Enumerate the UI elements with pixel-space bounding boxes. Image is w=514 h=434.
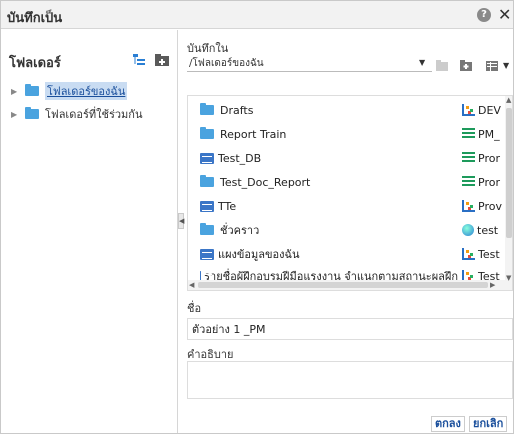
view-options-icon[interactable] — [485, 57, 499, 73]
list-item-label: ชั่วคราว — [220, 224, 260, 237]
pane-collapse-handle[interactable]: ◀ — [178, 213, 184, 229]
scrollbar-thumb[interactable] — [506, 108, 512, 238]
list-item[interactable]: Test_DB — [200, 148, 261, 168]
folder-icon — [25, 107, 39, 119]
list-item-label: test — [477, 223, 499, 237]
name-field[interactable] — [187, 318, 513, 340]
tree-view-icon[interactable] — [133, 54, 145, 66]
scroll-up-icon[interactable]: ▲ — [506, 96, 511, 104]
table-icon — [200, 152, 214, 164]
expand-arrow-icon[interactable]: ▶ — [11, 87, 25, 96]
tree-item-label: โฟลเดอร์ที่ใช้ร่วมกัน — [45, 108, 143, 121]
list-item-label: แผงข้อมูลของฉัน — [218, 248, 300, 261]
new-folder-icon[interactable] — [459, 57, 473, 73]
tree-item-shared-folders[interactable]: ▶ โฟลเดอร์ที่ใช้ร่วมกัน — [11, 105, 142, 123]
name-label: ชื่อ — [187, 302, 202, 315]
scroll-down-icon[interactable]: ▼ — [506, 274, 511, 282]
scrollbar-thumb[interactable] — [198, 282, 488, 288]
list-item-label: TTe — [218, 199, 237, 213]
list-item-label: Drafts — [220, 103, 254, 117]
list-item-label: DEV — [478, 103, 501, 117]
vertical-scrollbar[interactable]: ▲ ▼ — [505, 96, 512, 290]
list-item-label: Test — [478, 247, 500, 261]
help-icon[interactable]: ? — [477, 8, 491, 22]
globe-icon — [462, 224, 474, 236]
list-item-label: Pror — [478, 151, 500, 165]
table-icon — [200, 200, 214, 212]
list-item[interactable]: Report Train — [200, 124, 286, 144]
list-item-label: Report Train — [220, 127, 287, 141]
folder-icon — [200, 223, 214, 235]
up-folder-icon[interactable] — [435, 57, 449, 73]
list-item-label: Test_Doc_Report — [220, 175, 311, 189]
list-item[interactable]: Drafts — [200, 100, 253, 120]
folder-icon — [200, 127, 214, 139]
list-item[interactable]: Test — [462, 244, 500, 264]
tree-item-my-folders[interactable]: ▶ โฟลเดอร์ของฉัน — [11, 82, 128, 100]
list-item[interactable]: Pror — [462, 172, 500, 192]
title-bar: บันทึกเป็น ? ✕ — [1, 1, 513, 29]
list-item[interactable]: Prov — [462, 196, 502, 216]
list-item-label: PM_ — [478, 127, 500, 141]
list-item-label: Pror — [478, 175, 500, 189]
save-in-label: บันทึกใน — [187, 42, 229, 55]
folder-icon — [200, 103, 214, 115]
scroll-right-icon[interactable]: ▶ — [490, 281, 495, 289]
expand-arrow-icon[interactable]: ▶ — [11, 110, 25, 119]
list-item[interactable]: PM_ — [462, 124, 500, 144]
folders-header: โฟลเดอร์ — [9, 56, 61, 71]
folder-icon — [200, 175, 214, 187]
list-item[interactable]: Test_Doc_Report — [200, 172, 310, 192]
file-list: Drafts Report Train Test_DB Test_Doc_Rep… — [187, 95, 513, 291]
list-item[interactable]: ชั่วคราว — [200, 220, 259, 240]
description-field[interactable] — [187, 361, 513, 399]
folder-icon — [25, 84, 39, 96]
close-icon[interactable]: ✕ — [498, 5, 511, 24]
path-select[interactable]: /โฟลเดอร์ของฉัน — [187, 57, 432, 72]
list-item[interactable]: Pror — [462, 148, 500, 168]
list-item[interactable]: แผงข้อมูลของฉัน — [200, 244, 300, 264]
new-folder-icon[interactable] — [155, 54, 169, 66]
horizontal-scrollbar[interactable]: ◀ ▶ — [188, 280, 505, 290]
list-icon — [462, 176, 475, 188]
list-item[interactable]: DEV — [462, 100, 501, 120]
cancel-button[interactable]: ยกเลิก — [469, 416, 508, 432]
table-icon — [200, 248, 214, 260]
chart-icon — [462, 104, 475, 116]
chevron-down-icon[interactable]: ▼ — [419, 58, 425, 67]
list-item[interactable]: TTe — [200, 196, 236, 216]
list-item[interactable]: test — [462, 220, 498, 240]
save-as-dialog: บันทึกเป็น ? ✕ โฟลเดอร์ ▶ โฟลเดอร์ของฉัน… — [0, 0, 514, 434]
folders-pane: โฟลเดอร์ ▶ โฟลเดอร์ของฉัน ▶ โฟลเดอร์ที่ใ… — [1, 30, 178, 433]
scroll-left-icon[interactable]: ◀ — [189, 281, 194, 289]
dialog-title: บันทึกเป็น — [7, 11, 63, 26]
list-item-label: Test_DB — [218, 151, 262, 165]
chart-icon — [462, 248, 475, 260]
list-icon — [462, 152, 475, 164]
chart-icon — [462, 200, 475, 212]
chevron-down-icon[interactable]: ▼ — [503, 61, 509, 70]
list-icon — [462, 128, 475, 140]
list-item-label: Prov — [478, 199, 502, 213]
tree-item-label: โฟลเดอร์ของฉัน — [45, 82, 128, 100]
ok-button[interactable]: ตกลง — [431, 416, 465, 432]
